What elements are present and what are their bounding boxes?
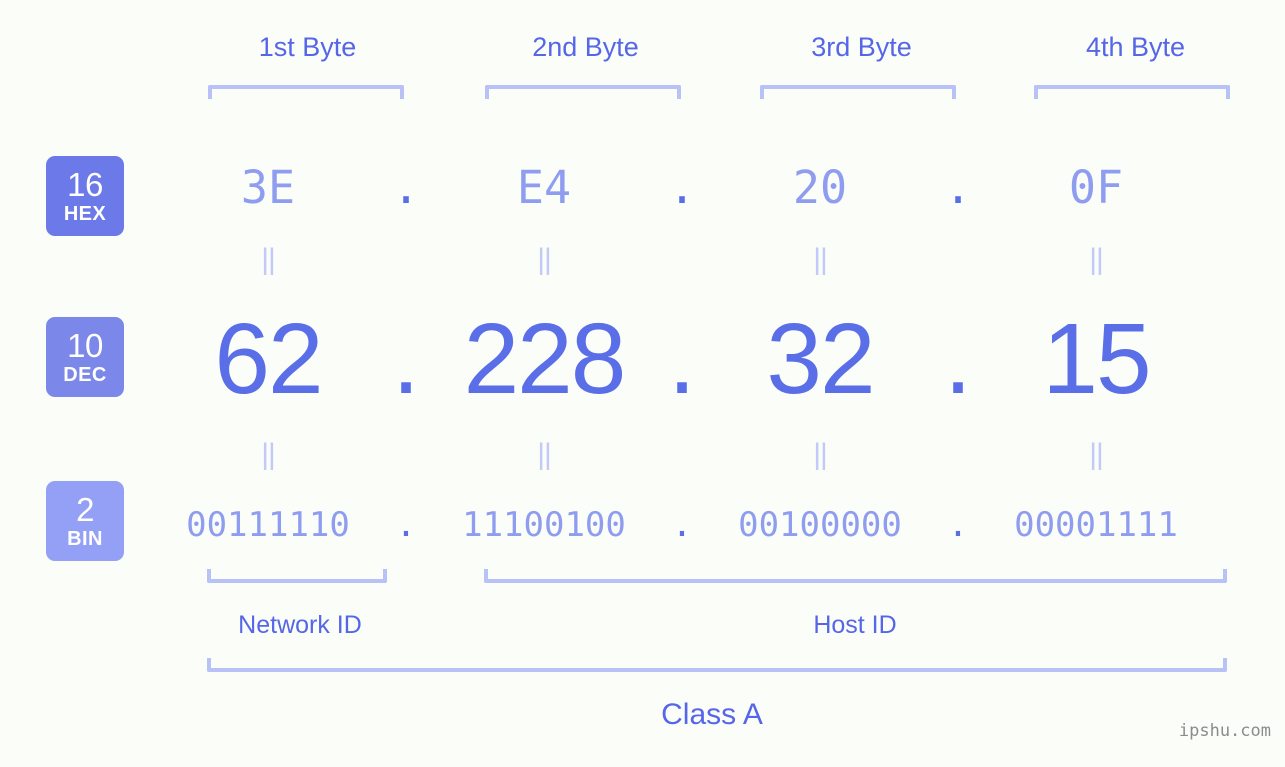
byte-bracket-2 xyxy=(485,85,681,99)
base-badge-hex[interactable]: 16 HEX xyxy=(46,156,124,236)
bin-byte-3: 00100000 xyxy=(738,504,902,545)
network-id-label: Network ID xyxy=(238,611,362,639)
site-watermark: ipshu.com xyxy=(1178,721,1271,741)
dec-separator-1: . xyxy=(392,303,420,415)
dec-value-row: 62 . 228 . 32 . 15 xyxy=(150,302,1250,417)
hex-separator-1: . xyxy=(392,161,420,214)
equals-sign-5: || xyxy=(261,438,276,471)
equals-sign-6: || xyxy=(537,438,552,471)
bin-byte-4: 00001111 xyxy=(1014,504,1178,545)
class-bracket xyxy=(207,658,1227,672)
equals-sign-2: || xyxy=(537,243,552,276)
dec-separator-2: . xyxy=(668,303,696,415)
dec-byte-3: 32 xyxy=(766,303,875,415)
network-id-bracket xyxy=(207,569,387,583)
base-badge-bin-number: 2 xyxy=(76,491,94,528)
base-badge-bin-name: BIN xyxy=(67,528,103,550)
hex-separator-2: . xyxy=(668,161,696,214)
base-badge-hex-number: 16 xyxy=(67,166,103,203)
equals-sign-1: || xyxy=(261,243,276,276)
bin-separator-1: . xyxy=(395,504,417,545)
class-label: Class A xyxy=(661,698,763,731)
equals-sign-4: || xyxy=(1089,243,1104,276)
byte-header-2: 2nd Byte xyxy=(532,32,639,62)
hex-byte-1: 3E xyxy=(240,161,296,214)
base-badge-dec[interactable]: 10 DEC xyxy=(46,317,124,397)
bin-value-row: 00111110 . 11100100 . 00100000 . 0000111… xyxy=(150,502,1250,547)
base-badge-dec-name: DEC xyxy=(63,364,107,386)
hex-separator-3: . xyxy=(944,161,972,214)
host-id-bracket xyxy=(484,569,1227,583)
host-id-label: Host ID xyxy=(813,611,897,639)
byte-header-3: 3rd Byte xyxy=(811,32,912,62)
bin-byte-1: 00111110 xyxy=(186,504,350,545)
byte-bracket-3 xyxy=(760,85,956,99)
hex-byte-3: 20 xyxy=(792,161,848,214)
bin-separator-3: . xyxy=(947,504,969,545)
byte-header-1: 1st Byte xyxy=(258,32,357,62)
equals-row-dec-bin: || || || || xyxy=(150,440,1250,470)
base-badge-hex-name: HEX xyxy=(63,203,107,225)
byte-bracket-1 xyxy=(208,85,404,99)
byte-header-4: 4th Byte xyxy=(1085,32,1186,62)
hex-byte-2: E4 xyxy=(516,161,572,214)
base-badge-dec-number: 10 xyxy=(67,327,103,364)
byte-bracket-4 xyxy=(1034,85,1230,99)
dec-byte-1: 62 xyxy=(214,303,323,415)
base-badge-bin[interactable]: 2 BIN xyxy=(46,481,124,561)
bin-separator-2: . xyxy=(671,504,693,545)
dec-separator-3: . xyxy=(944,303,972,415)
dec-byte-2: 228 xyxy=(463,303,627,415)
equals-row-hex-dec: || || || || xyxy=(150,245,1250,275)
equals-sign-8: || xyxy=(1089,438,1104,471)
ip-breakdown-diagram: 1st Byte 2nd Byte 3rd Byte 4th Byte 16 H… xyxy=(0,0,1285,767)
equals-sign-7: || xyxy=(813,438,828,471)
equals-sign-3: || xyxy=(813,243,828,276)
hex-value-row: 3E . E4 . 20 . 0F xyxy=(150,160,1250,215)
bin-byte-2: 11100100 xyxy=(462,504,626,545)
hex-byte-4: 0F xyxy=(1068,161,1124,214)
dec-byte-4: 15 xyxy=(1042,303,1151,415)
